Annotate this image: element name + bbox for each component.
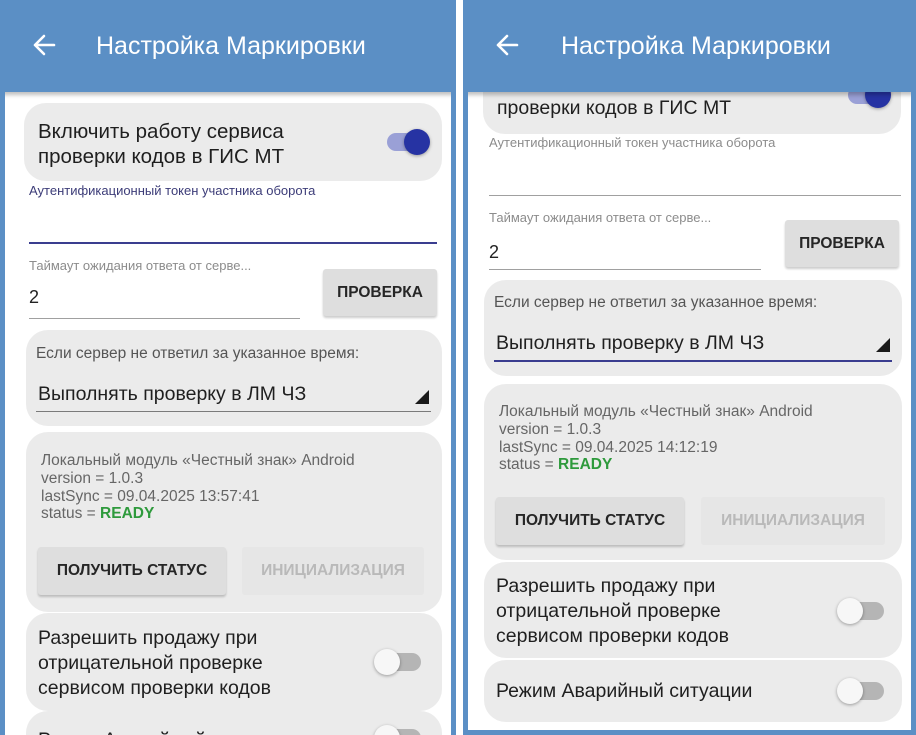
- no-response-select[interactable]: Выполнять проверку в ЛМ ЧЗ: [38, 381, 306, 407]
- check-button[interactable]: ПРОВЕРКА: [785, 220, 899, 267]
- timeout-input-underline: [489, 269, 761, 270]
- status-prefix: status =: [499, 456, 559, 473]
- settings-list[interactable]: проверки кодов в ГИС МТ Аутентификационн…: [468, 92, 911, 735]
- page-title: Настройка Маркировки: [561, 32, 831, 60]
- dropdown-arrow-icon[interactable]: [415, 390, 429, 404]
- no-response-underline: [36, 411, 431, 412]
- service-toggle-card[interactable]: проверки кодов в ГИС МТ: [483, 92, 901, 134]
- no-response-card: Если сервер не ответил за указанное врем…: [484, 280, 902, 376]
- local-module-title: Локальный модуль «Честный знак» Android: [499, 403, 813, 420]
- allow-sale-label-line1: Разрешить продажу при: [496, 575, 716, 597]
- local-module-version: version = 1.0.3: [41, 470, 144, 487]
- allow-sale-label-line3: сервисом проверки кодов: [496, 625, 730, 647]
- local-module-version: version = 1.0.3: [499, 421, 602, 438]
- no-response-select[interactable]: Выполнять проверку в ЛМ ЧЗ: [496, 330, 764, 356]
- settings-list[interactable]: Включить работу сервиса проверки кодов в…: [5, 92, 451, 735]
- timeout-label: Таймаут ожидания ответа от серве...: [29, 258, 252, 273]
- no-response-underline: [494, 360, 892, 362]
- service-toggle-card[interactable]: Включить работу сервиса проверки кодов в…: [24, 103, 442, 181]
- page-title: Настройка Маркировки: [96, 32, 366, 60]
- token-label: Аутентификационный токен участника оборо…: [29, 183, 316, 198]
- token-input-underline: [489, 195, 901, 196]
- status-prefix: status =: [41, 505, 101, 522]
- local-module-lastsync: lastSync = 09.04.2025 14:12:19: [499, 439, 718, 456]
- allow-sale-label-line3: сервисом проверки кодов: [38, 677, 272, 699]
- screenshot-stage: Настройка Маркировки Включить работу сер…: [0, 0, 916, 735]
- allow-sale-card[interactable]: Разрешить продажу при отрицательной пров…: [26, 613, 442, 711]
- timeout-input[interactable]: 2: [29, 287, 39, 308]
- timeout-input-underline: [29, 318, 300, 319]
- init-button[interactable]: ИНИЦИАЛИЗАЦИЯ: [701, 497, 885, 545]
- local-module-status: status = READY: [499, 456, 612, 473]
- left-screen: Настройка Маркировки Включить работу сер…: [0, 0, 456, 735]
- allow-sale-label-line2: отрицательной проверке: [496, 600, 721, 622]
- emergency-label: Режим Аварийный ситуации: [38, 727, 294, 735]
- token-label: Аутентификационный токен участника оборо…: [489, 135, 776, 150]
- timeout-input[interactable]: 2: [489, 242, 499, 263]
- allow-sale-card[interactable]: Разрешить продажу при отрицательной пров…: [484, 562, 902, 658]
- allow-sale-label-line1: Разрешить продажу при: [38, 627, 258, 649]
- emergency-card[interactable]: Режим Аварийный ситуации: [26, 711, 442, 735]
- timeout-label: Таймаут ожидания ответа от серве...: [489, 210, 712, 225]
- service-toggle-label-line2: проверки кодов в ГИС МТ: [38, 145, 285, 168]
- local-module-status: status = READY: [41, 505, 154, 522]
- app-bar: Настройка Маркировки: [463, 0, 916, 92]
- local-module-card: Локальный модуль «Честный знак» Android …: [26, 432, 442, 612]
- check-button[interactable]: ПРОВЕРКА: [323, 269, 437, 316]
- token-input[interactable]: [489, 162, 901, 192]
- emergency-card[interactable]: Режим Аварийный ситуации: [484, 660, 902, 722]
- no-response-card: Если сервер не ответил за указанное врем…: [26, 330, 442, 426]
- local-module-card: Локальный модуль «Честный знак» Android …: [484, 384, 902, 560]
- get-status-button[interactable]: ПОЛУЧИТЬ СТАТУС: [496, 497, 684, 545]
- right-screen: проверки кодов в ГИС МТ Аутентификационн…: [463, 0, 916, 735]
- emergency-label: Режим Аварийный ситуации: [496, 680, 753, 702]
- no-response-label: Если сервер не ответил за указанное врем…: [494, 294, 818, 311]
- init-button[interactable]: ИНИЦИАЛИЗАЦИЯ: [242, 547, 424, 595]
- no-response-label: Если сервер не ответил за указанное врем…: [36, 345, 360, 362]
- arrow-left-icon[interactable]: [30, 27, 58, 63]
- allow-sale-label-line2: отрицательной проверке: [38, 652, 263, 674]
- local-module-title: Локальный модуль «Честный знак» Android: [41, 452, 355, 469]
- dropdown-arrow-icon[interactable]: [876, 338, 890, 352]
- arrow-left-icon[interactable]: [493, 27, 521, 63]
- service-toggle-label-line1: Включить работу сервиса: [38, 120, 284, 143]
- token-input-underline: [29, 242, 437, 244]
- local-module-lastsync: lastSync = 09.04.2025 13:57:41: [41, 488, 260, 505]
- service-toggle-label-line2: проверки кодов в ГИС МТ: [497, 97, 732, 119]
- token-input[interactable]: [29, 210, 437, 240]
- app-bar: Настройка Маркировки: [0, 0, 456, 92]
- status-value: READY: [558, 456, 613, 473]
- status-value: READY: [100, 505, 155, 522]
- get-status-button[interactable]: ПОЛУЧИТЬ СТАТУС: [38, 547, 226, 595]
